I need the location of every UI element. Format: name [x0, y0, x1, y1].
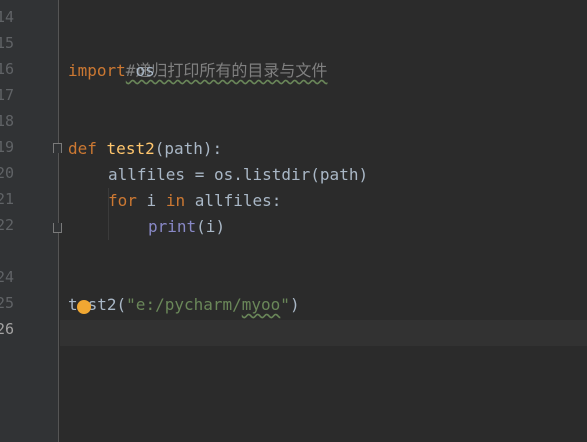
function-name: test2	[106, 139, 155, 158]
line-number: 21	[0, 190, 14, 208]
function-params: (path):	[154, 139, 223, 158]
keyword: import	[68, 61, 126, 80]
code-line-25: t st2("e:/pycharm/myoo")	[68, 292, 300, 318]
line-number: 24	[0, 268, 14, 286]
fold-close-icon[interactable]	[53, 223, 62, 233]
builtin-function: print	[148, 217, 197, 236]
comment: #递归打印所有的目录与文件	[125, 61, 328, 80]
code-line-20: allfiles = os.listdir(path)	[108, 165, 369, 184]
code-editor[interactable]: 14 15 16 17 18 19 20 21 22 24 25 26 #递归打…	[0, 0, 587, 442]
loop-variable: i	[136, 191, 166, 210]
call-name: st2(	[87, 295, 127, 314]
string-literal: "e:/pycharm/	[126, 295, 242, 314]
fold-open-icon[interactable]	[53, 143, 62, 153]
intention-bulb-icon[interactable]	[77, 300, 91, 314]
code-area[interactable]: #递归打印所有的目录与文件 import os def test2(path):…	[68, 0, 587, 442]
line-number: 16	[0, 60, 14, 78]
line-number: 25	[0, 294, 14, 312]
line-number: 18	[0, 112, 14, 130]
keyword: in	[165, 191, 186, 210]
code-line-22: print(i)	[148, 214, 225, 240]
line-number: 19	[0, 138, 14, 156]
string-literal-typo: myoo	[241, 295, 281, 314]
call-args: (i)	[196, 217, 226, 236]
keyword: def	[68, 139, 97, 158]
loop-iterable: allfiles:	[185, 191, 282, 210]
line-number: 20	[0, 164, 14, 182]
module-name: os	[135, 61, 155, 80]
code-line-19: def test2(path):	[68, 136, 222, 162]
string-literal: "	[280, 295, 290, 314]
keyword: for	[108, 191, 137, 210]
code-line-21: for i in allfiles:	[108, 188, 281, 214]
code-line-15: #递归打印所有的目录与文件	[68, 32, 328, 80]
line-number-gutter[interactable]: 14 15 16 17 18 19 20 21 22 24 25 26	[0, 0, 59, 442]
line-number: 17	[0, 86, 14, 104]
line-number: 14	[0, 8, 14, 26]
line-number: 22	[0, 216, 14, 234]
line-number-current: 26	[0, 320, 14, 338]
line-number: 15	[0, 34, 14, 52]
code-line-16: import os	[68, 58, 155, 84]
call-close: )	[289, 295, 300, 314]
